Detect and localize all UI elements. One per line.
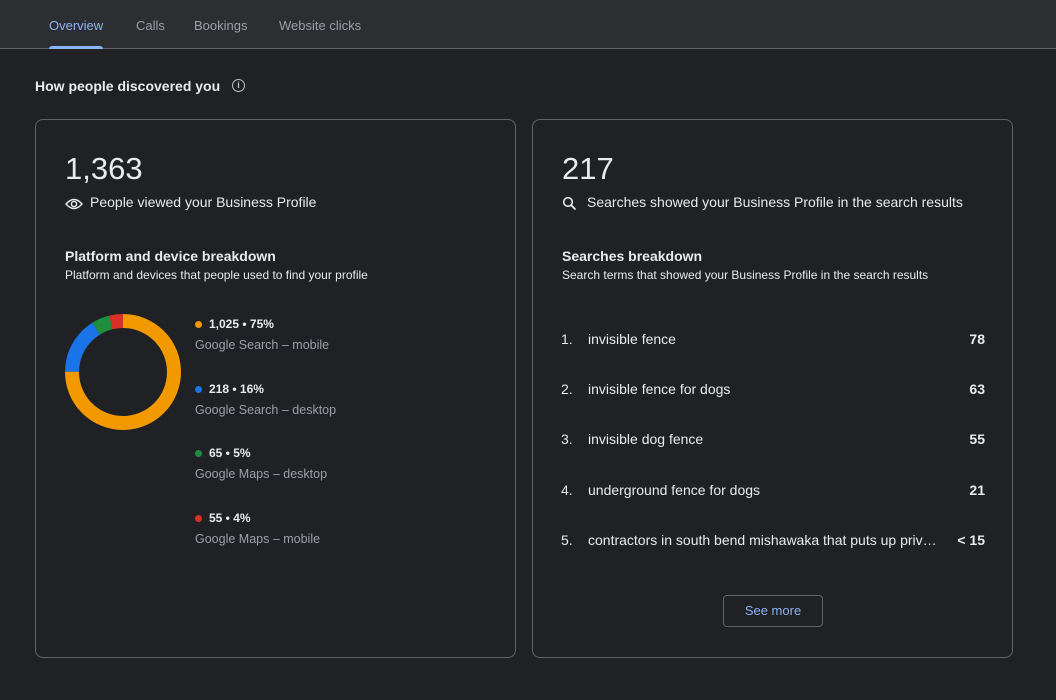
see-more-button[interactable]: See more [723,595,823,627]
search-rank: 3. [561,431,573,447]
search-rank: 5. [561,532,573,548]
search-term: contractors in south bend mishawaka that… [588,532,943,548]
search-count: < 15 [957,532,985,548]
search-count: 55 [969,431,985,447]
legend-item: 218 • 16% Google Search – desktop [195,382,336,417]
profile-views-count: 1,363 [65,151,143,186]
search-term: underground fence for dogs [588,482,761,498]
legend-label: Google Search – mobile [195,338,330,352]
search-icon [562,196,577,216]
platform-donut-chart [65,314,181,430]
searches-breakdown-title: Searches breakdown [562,248,703,264]
search-appearances-label: Searches showed your Business Profile in… [587,194,963,210]
legend-label: Google Maps – mobile [195,532,321,546]
legend-value: 55 • 4% [209,511,251,525]
search-appearances-card: 217 Searches showed your Business Profil… [532,119,1013,658]
tab-calls[interactable]: Calls [136,0,165,48]
search-term: invisible fence [588,331,676,347]
legend-label: Google Search – desktop [195,403,337,417]
search-count: 78 [969,331,985,347]
legend-value: 1,025 • 75% [209,317,274,331]
tab-bookings[interactable]: Bookings [194,0,247,48]
profile-views-label: People viewed your Business Profile [90,194,317,210]
search-count: 21 [969,482,985,498]
info-icon[interactable]: i [232,79,245,92]
legend-item: 65 • 5% Google Maps – desktop [195,446,327,481]
legend-value: 65 • 5% [209,446,251,460]
section-title: How people discovered you [35,78,221,94]
search-rank: 1. [561,331,573,347]
profile-views-card: 1,363 People viewed your Business Profil… [35,119,516,658]
search-rank: 2. [561,381,573,397]
legend-dot-green [195,450,202,457]
search-term: invisible fence for dogs [588,381,731,397]
search-term: invisible dog fence [588,431,704,447]
legend-label: Google Maps – desktop [195,467,328,481]
legend-dot-red [195,515,202,522]
tab-website-clicks[interactable]: Website clicks [279,0,361,48]
breakdown-title: Platform and device breakdown [65,248,276,264]
legend-item: 55 • 4% Google Maps – mobile [195,511,320,546]
eye-icon [65,197,83,215]
legend-dot-orange [195,321,202,328]
search-appearances-count: 217 [562,151,614,186]
tab-bar: Overview Calls Bookings Website clicks [0,0,1056,49]
breakdown-subtitle: Platform and devices that people used to… [65,268,368,282]
tab-overview[interactable]: Overview [49,0,104,49]
search-count: 63 [969,381,985,397]
legend-item: 1,025 • 75% Google Search – mobile [195,317,329,352]
legend-value: 218 • 16% [209,382,264,396]
searches-breakdown-subtitle: Search terms that showed your Business P… [562,268,929,282]
legend-dot-blue [195,386,202,393]
search-rank: 4. [561,482,573,498]
